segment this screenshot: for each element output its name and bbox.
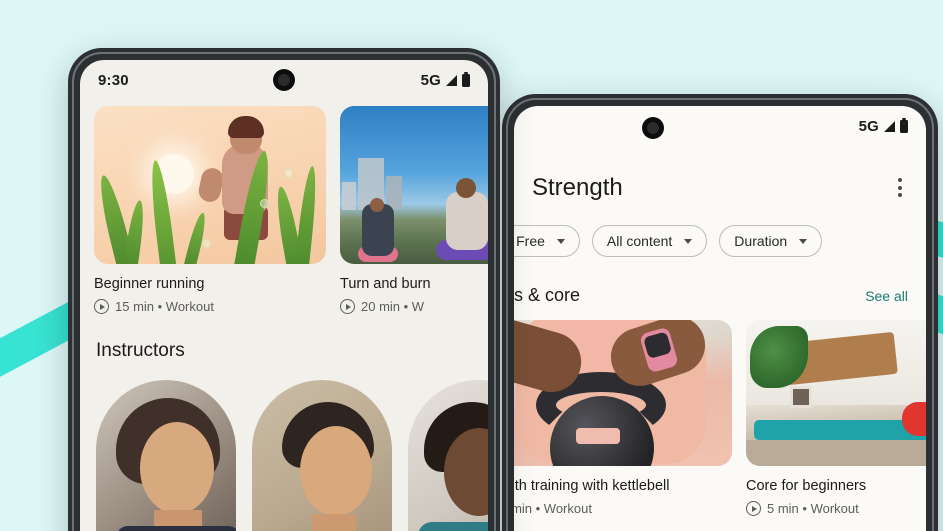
photo-outdoor-group-workout [340,106,488,264]
network-label: 5G [858,117,879,135]
avatar-shape-face [140,422,214,514]
chevron-down-icon [556,238,565,244]
front-camera-punch-hole-icon [273,69,295,91]
phone-left: 9:30 5G Beginner running 15 min • Workou… [68,48,500,531]
card-thumbnail-outdoor[interactable] [340,106,488,264]
card-title: Strength training with kettlebell [514,478,670,494]
avatar-shape-neck [312,514,356,531]
card-thumbnail-running[interactable] [94,106,326,264]
more-vertical-icon[interactable] [892,172,908,203]
card-meta-text: 20 min • W [361,299,425,314]
avatar-instructor-2[interactable] [252,380,392,531]
card-beginner-running[interactable]: Beginner running 15 min • Workout [94,106,326,314]
status-bar-time: 9:30 [98,71,129,89]
photo-core-home [746,320,926,466]
chevron-down-icon [799,238,808,244]
illustration-shape-grass-blade [183,211,209,264]
status-bar-left: 9:30 5G [80,60,488,100]
photo-shape-person-head [370,198,384,212]
illustration-runner-sunrise [94,106,326,264]
illustration-shape-grass-blade [294,165,320,264]
card-meta: 20 min • W [340,299,488,314]
avatar-shape-face [300,426,372,516]
card-title: Beginner running [94,276,205,292]
front-camera-punch-hole-icon [641,117,664,139]
card-core-for-beginners[interactable]: Core for beginners 5 min • Workout [746,320,926,516]
phone-right-screen: 5G Strength Premium & Free [514,106,926,531]
kebab-dot [898,193,902,197]
card-meta-text: 30 min • Workout [514,501,592,516]
card-meta: 5 min • Workout [746,501,926,516]
photo-shape-building [342,182,356,211]
section-title: Abs & core [514,285,581,305]
signal-bars-icon [446,74,457,86]
photo-shape-person-head [456,178,476,198]
instructors-section-title: Instructors [96,340,185,361]
chip-duration[interactable]: Duration [719,225,823,257]
status-bar-right: 5G [514,106,926,146]
battery-full-icon [900,117,908,133]
illustration-shape-runner-hair [228,116,264,138]
avatar-instructor-1[interactable] [96,380,236,531]
photo-shape-floor [746,440,926,466]
instructor-avatar-row [80,362,488,531]
card-thumbnail-kettlebell[interactable] [514,320,732,466]
card-meta-text: 15 min • Workout [115,299,214,314]
illustration-shape-dew [202,239,211,248]
illustration-shape-dew [260,199,269,208]
avatar-shape-clothing [116,526,236,531]
photo-shape-picture-frame [790,386,812,408]
see-all-link[interactable]: See all [865,288,908,304]
phone-left-screen: 9:30 5G Beginner running 15 min • Workou… [80,60,488,531]
kebab-dot [898,178,902,182]
photo-shape-person [446,192,488,250]
card-meta-text: 5 min • Workout [767,501,859,516]
photo-shape-person [902,402,926,436]
card-meta: 30 min • Workout [514,501,732,516]
chip-label: All content [606,233,673,249]
right-phone-card-row: Strength training with kettlebell 30 min… [514,306,926,516]
card-meta: 15 min • Workout [94,299,326,314]
chip-all-content[interactable]: All content [591,225,708,257]
status-icons-right: 5G [858,117,908,135]
photo-kettlebell [514,320,732,466]
card-title: Turn and burn [340,276,431,292]
photo-shape-yoga-mat [754,420,926,440]
photo-shape-grip [576,428,620,444]
network-label: 5G [420,71,441,89]
card-thumbnail-core[interactable] [746,320,926,466]
status-icons-left: 5G [420,71,470,89]
page-title: Strength [532,173,623,201]
chip-premium-and-free[interactable]: Premium & Free [514,225,580,257]
section-header-abs-core: Abs & core See all [514,257,926,306]
filter-chip-row: Premium & Free All content Duration [514,203,926,257]
right-phone-header: Strength [514,146,926,203]
card-title: Core for beginners [746,478,867,494]
play-circle-icon [340,299,355,314]
signal-bars-icon [884,120,895,132]
avatar-shape-clothing [418,522,488,531]
play-circle-icon [746,501,761,516]
chip-label: Duration [734,233,788,249]
card-turn-and-burn[interactable]: Turn and burn 20 min • W [340,106,488,314]
illustration-shape-runner-arm [196,166,226,204]
illustration-shape-dew [284,169,293,178]
avatar-instructor-3[interactable] [408,380,488,531]
play-circle-icon [94,299,109,314]
left-phone-card-row: Beginner running 15 min • Workout Turn a… [80,100,488,314]
chip-label: Premium & Free [514,233,545,249]
card-strength-training-kettlebell[interactable]: Strength training with kettlebell 30 min… [514,320,732,516]
kebab-dot [898,185,902,190]
battery-full-icon [462,71,470,87]
phone-right: 5G Strength Premium & Free [502,94,938,531]
chevron-down-icon [684,238,693,244]
screenshot-stage: 5G Strength Premium & Free [0,0,943,531]
